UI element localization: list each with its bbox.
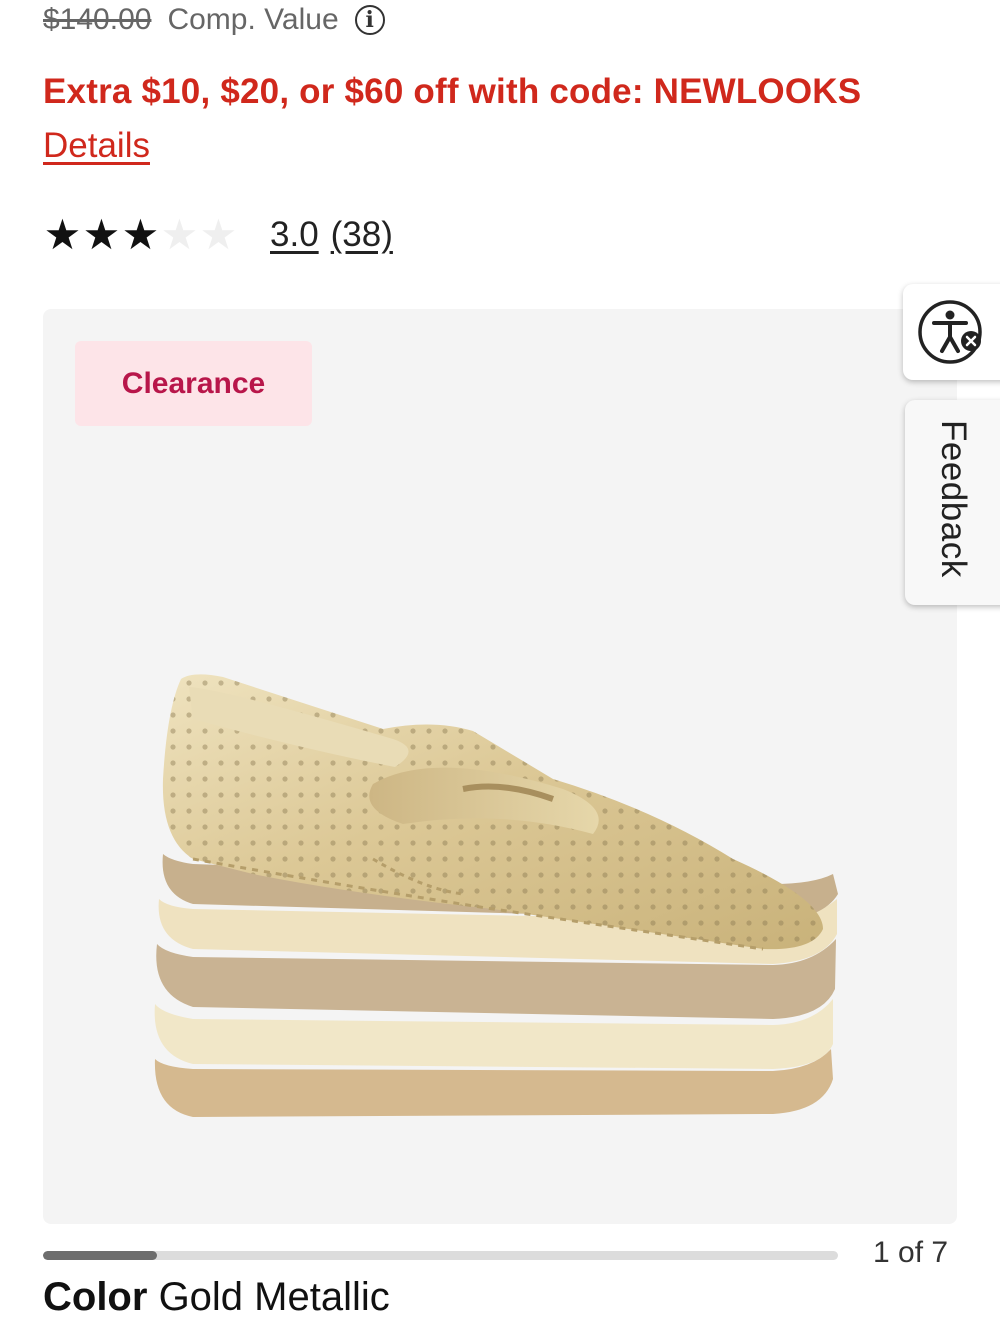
carousel-counter: 1 of 7 xyxy=(873,1236,949,1269)
rating-link[interactable]: 3.0 (38) xyxy=(270,215,393,255)
clearance-badge: Clearance xyxy=(75,341,312,426)
feedback-tab[interactable]: Feedback xyxy=(905,400,1000,605)
accessibility-button[interactable] xyxy=(903,284,1000,380)
price-row: $140.00 Comp. Value i xyxy=(43,0,385,40)
star-filled-icon: ★ xyxy=(82,211,121,258)
product-image xyxy=(154,674,838,1117)
comp-value-label: Comp. Value xyxy=(167,3,339,36)
product-image-panel[interactable]: Clearance xyxy=(43,309,957,1224)
star-filled-icon: ★ xyxy=(43,211,82,258)
carousel-progress-fill xyxy=(43,1251,157,1260)
rating-row[interactable]: ★ ★ ★ ★ ★ 3.0 (38) xyxy=(43,210,393,260)
star-empty-icon: ★ xyxy=(199,211,238,258)
star-filled-icon: ★ xyxy=(121,211,160,258)
color-value: Gold Metallic xyxy=(158,1275,390,1319)
info-icon[interactable]: i xyxy=(354,5,385,35)
color-row: Color Gold Metallic xyxy=(43,1275,390,1320)
accessibility-icon xyxy=(918,300,982,364)
star-rating: ★ ★ ★ ★ ★ xyxy=(43,214,238,256)
rating-count: (38) xyxy=(330,215,393,254)
color-label: Color xyxy=(43,1275,148,1319)
comp-value-price: $140.00 xyxy=(43,3,152,36)
promo-details-link[interactable]: Details xyxy=(43,126,150,166)
star-empty-icon: ★ xyxy=(160,211,199,258)
carousel-progress xyxy=(43,1251,838,1260)
feedback-label: Feedback xyxy=(934,420,973,578)
promo-message: Extra $10, $20, or $60 off with code: NE… xyxy=(43,72,862,111)
rating-value: 3.0 xyxy=(270,215,319,254)
